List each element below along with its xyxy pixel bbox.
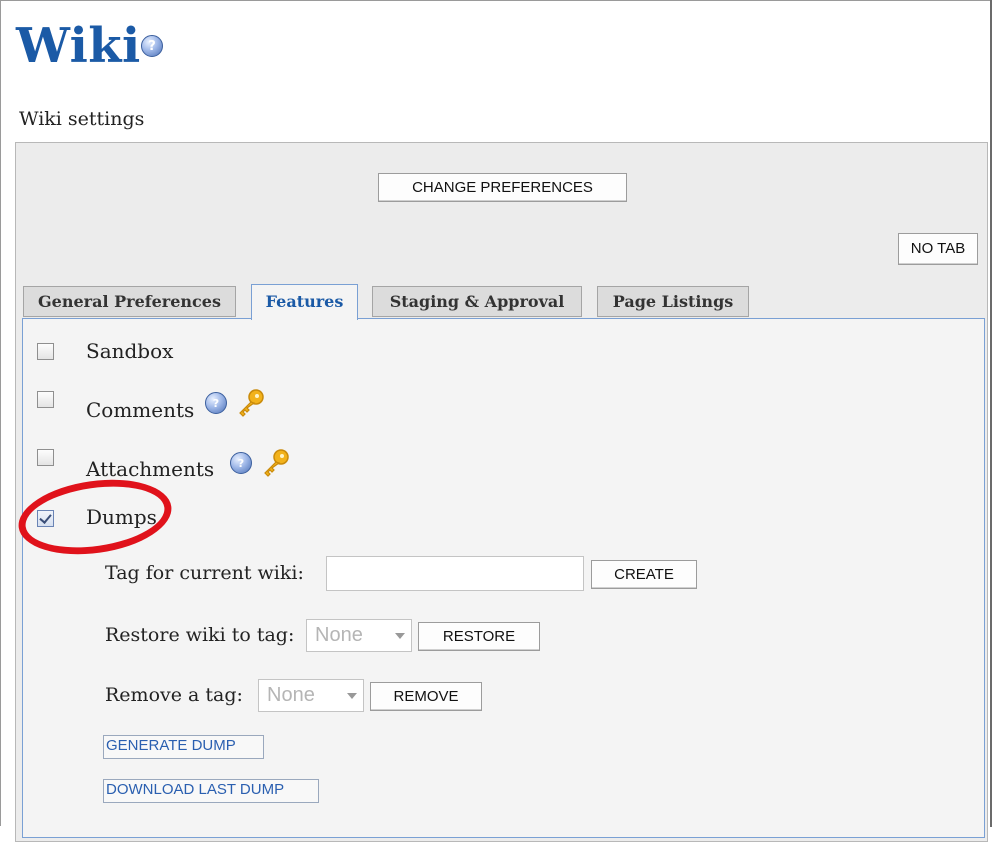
restore-button[interactable]: RESTORE	[418, 622, 540, 651]
key-icon	[264, 449, 289, 477]
tag-label: Tag for current wiki:	[105, 562, 304, 584]
no-tab-button[interactable]: NO TAB	[898, 233, 978, 265]
sandbox-label: Sandbox	[86, 339, 174, 363]
tab-features[interactable]: Features	[251, 284, 358, 320]
help-icon[interactable]: ?	[205, 392, 227, 414]
help-icon[interactable]: ?	[141, 35, 163, 57]
settings-label: Wiki settings	[19, 108, 145, 130]
key-icon	[239, 389, 264, 417]
tag-input[interactable]	[326, 556, 584, 591]
sandbox-checkbox[interactable]	[37, 343, 54, 360]
remove-tag-select[interactable]: None	[258, 679, 364, 712]
restore-tag-select[interactable]: None	[306, 619, 412, 652]
download-last-dump-button[interactable]: DOWNLOAD LAST DUMP	[103, 779, 319, 803]
tab-general-preferences[interactable]: General Preferences	[23, 286, 236, 317]
restore-tag-value: None	[315, 624, 363, 646]
remove-label: Remove a tag:	[105, 684, 243, 706]
remove-button[interactable]: REMOVE	[370, 682, 482, 711]
comments-label: Comments	[86, 398, 195, 422]
chevron-down-icon	[395, 633, 405, 639]
tab-staging-approval[interactable]: Staging & Approval	[372, 286, 582, 317]
attachments-checkbox[interactable]	[37, 449, 54, 466]
change-preferences-button[interactable]: CHANGE PREFERENCES	[378, 173, 627, 202]
generate-dump-button[interactable]: GENERATE DUMP	[103, 735, 264, 759]
remove-tag-value: None	[267, 684, 315, 706]
page-title: Wiki	[16, 18, 141, 74]
comments-checkbox[interactable]	[37, 391, 54, 408]
tab-page-listings[interactable]: Page Listings	[597, 286, 749, 317]
create-button[interactable]: CREATE	[591, 560, 697, 589]
restore-label: Restore wiki to tag:	[105, 624, 295, 646]
help-icon[interactable]: ?	[230, 452, 252, 474]
attachments-label: Attachments	[86, 457, 215, 481]
chevron-down-icon	[347, 693, 357, 699]
